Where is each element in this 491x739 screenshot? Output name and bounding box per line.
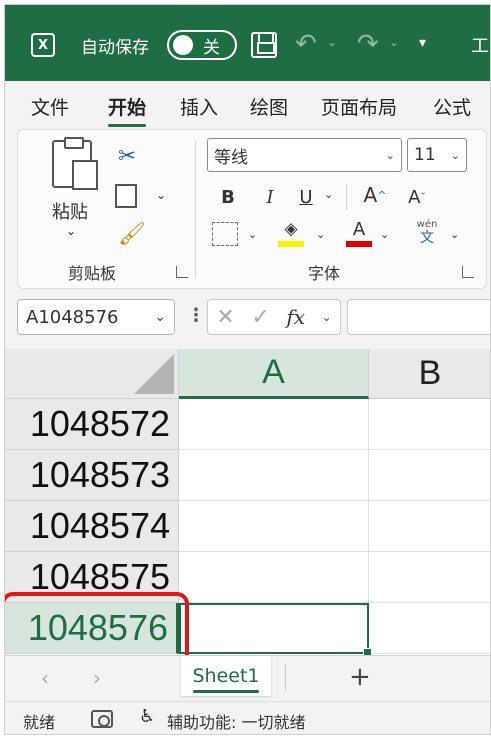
name-box[interactable]: A1048576 ⌄ [17, 299, 175, 335]
camera-icon[interactable] [91, 710, 113, 728]
font-group-label: 字体 [308, 264, 341, 283]
chevron-down-icon: ⌄ [385, 148, 395, 162]
phonetic-bottom: 文 [420, 229, 434, 246]
tab-page-layout[interactable]: 页面布局 [321, 93, 397, 120]
separator [285, 664, 286, 690]
save-icon[interactable] [251, 32, 277, 58]
accessibility-status[interactable]: 辅助功能: 一切就绪 [167, 709, 305, 733]
tab-file[interactable]: 文件 [31, 93, 69, 120]
undo-icon[interactable]: ↶ [295, 29, 317, 59]
sheet-tab-sheet1[interactable]: Sheet1 [181, 656, 271, 696]
formula-input[interactable] [347, 299, 490, 335]
cut-icon[interactable]: ✂ [118, 144, 136, 169]
row-header[interactable]: 1048572 [5, 399, 179, 450]
title-bar: X 自动保存 关 ↶ ⌄ ↷ ⌄ ▾ 工 [5, 5, 490, 81]
underline-button[interactable]: U [294, 182, 318, 212]
sheet-tab-bar: ‹ › Sheet1 + [5, 655, 490, 701]
fill-color-button[interactable]: ◈ [278, 218, 304, 248]
chevron-down-icon[interactable]: ⌄ [154, 309, 166, 325]
font-size-select[interactable]: 11 ⌄ [407, 138, 467, 172]
column-header-b[interactable]: B [369, 349, 490, 399]
redo-icon[interactable]: ↷ [357, 29, 379, 59]
font-size-value: 11 [414, 145, 436, 165]
fill-color-swatch [278, 241, 304, 247]
grid-cell[interactable] [369, 552, 490, 603]
underline-dropdown-icon[interactable]: ⌄ [324, 188, 333, 201]
font-name-select[interactable]: 等线 ⌄ [207, 138, 402, 172]
borders-dropdown-icon[interactable]: ⌄ [248, 228, 257, 241]
fill-color-dropdown-icon[interactable]: ⌄ [316, 228, 325, 241]
tab-formulas[interactable]: 公式 [433, 93, 471, 120]
phonetic-dropdown-icon[interactable]: ⌄ [450, 228, 459, 241]
column-header-a[interactable]: A [179, 349, 369, 399]
excel-window: X 自动保存 关 ↶ ⌄ ↷ ⌄ ▾ 工 文件 开始 插入 绘图 页面布局 公式… [4, 4, 491, 735]
accessibility-icon[interactable]: ♿ [139, 706, 155, 727]
font-color-letter: A [352, 219, 366, 240]
select-all-button[interactable] [5, 349, 179, 399]
add-sheet-button[interactable]: + [349, 662, 371, 692]
clipboard-group-label: 剪贴板 [68, 264, 117, 283]
ribbon-tabs: 文件 开始 插入 绘图 页面布局 公式 [5, 81, 490, 129]
worksheet-grid: A B 1048572 1048573 1048574 1048575 1048… [5, 349, 490, 668]
tab-home[interactable]: 开始 [108, 93, 147, 127]
borders-icon[interactable] [212, 222, 238, 246]
window-title: 工 [471, 36, 489, 57]
grid-cell[interactable] [369, 603, 490, 654]
paste-icon[interactable] [52, 137, 98, 190]
formula-buttons: ✕ ✓ fx ⌄ [207, 299, 341, 335]
grid-cell[interactable] [179, 450, 369, 501]
font-name-value: 等线 [214, 147, 248, 168]
format-painter-icon[interactable]: 🖌 [118, 222, 146, 247]
bold-button[interactable]: B [216, 182, 240, 212]
grid-cell[interactable] [179, 501, 369, 552]
grid-cell[interactable] [179, 399, 369, 450]
paint-bucket-icon: ◈ [284, 219, 298, 239]
clipboard-launcher-icon[interactable] [176, 266, 188, 278]
undo-dropdown-icon[interactable]: ⌄ [327, 35, 337, 49]
copy-icon[interactable] [115, 184, 137, 208]
tab-insert[interactable]: 插入 [180, 93, 218, 120]
phonetic-guide-icon[interactable]: wén 文 [412, 218, 442, 248]
formula-bar: A1048576 ⌄ ⋮ ✕ ✓ fx ⌄ [5, 289, 490, 349]
paste-dropdown-icon[interactable]: ⌄ [66, 224, 76, 238]
grid-cell[interactable] [179, 552, 369, 603]
grid-cell[interactable] [369, 450, 490, 501]
status-bar: 就绪 ♿ 辅助功能: 一切就绪 [5, 701, 490, 734]
ribbon-home: 粘贴 ⌄ ✂ ⌄ 🖌 剪贴板 等线 ⌄ 11 ⌄ B I U ⌄ A ^ Aˇ ⌄… [17, 129, 487, 289]
font-color-button[interactable]: A [346, 218, 372, 248]
row-header[interactable]: 1048574 [5, 501, 179, 552]
prev-sheet-icon[interactable]: ‹ [41, 666, 49, 690]
chevron-down-icon[interactable]: ⌄ [322, 310, 332, 324]
copy-dropdown-icon[interactable]: ⌄ [156, 188, 166, 202]
redo-dropdown-icon[interactable]: ⌄ [389, 35, 399, 49]
toggle-knob [173, 35, 193, 55]
status-ready: 就绪 [23, 713, 56, 732]
paste-label[interactable]: 粘贴 [52, 198, 88, 224]
row-header[interactable]: 1048573 [5, 450, 179, 501]
grid-cell[interactable] [369, 501, 490, 552]
next-sheet-icon[interactable]: › [93, 666, 101, 690]
separator [346, 184, 347, 210]
customize-toolbar-icon[interactable]: ▾ [419, 35, 426, 51]
increase-font-size-button[interactable]: A ^ [360, 180, 390, 210]
autosave-label: 自动保存 [81, 37, 149, 58]
autosave-toggle[interactable]: 关 [167, 30, 237, 60]
group-divider [195, 140, 196, 278]
enter-icon[interactable]: ✓ [251, 305, 269, 330]
cancel-icon[interactable]: ✕ [216, 305, 234, 330]
font-color-swatch [346, 241, 372, 247]
autosave-state: 关 [203, 37, 220, 58]
italic-button[interactable]: I [258, 182, 282, 212]
font-launcher-icon[interactable] [462, 266, 474, 278]
excel-logo-icon: X [31, 33, 55, 57]
chevron-down-icon: ⌄ [450, 148, 460, 162]
insert-function-button[interactable]: fx [286, 305, 305, 329]
tab-draw[interactable]: 绘图 [250, 93, 288, 120]
grid-cell[interactable] [369, 399, 490, 450]
active-cell-a1048576[interactable] [179, 603, 372, 657]
font-color-dropdown-icon[interactable]: ⌄ [380, 228, 389, 241]
name-box-value: A1048576 [26, 306, 119, 328]
decrease-font-size-button[interactable]: Aˇ [402, 182, 432, 212]
more-icon[interactable]: ⋮ [187, 305, 205, 326]
